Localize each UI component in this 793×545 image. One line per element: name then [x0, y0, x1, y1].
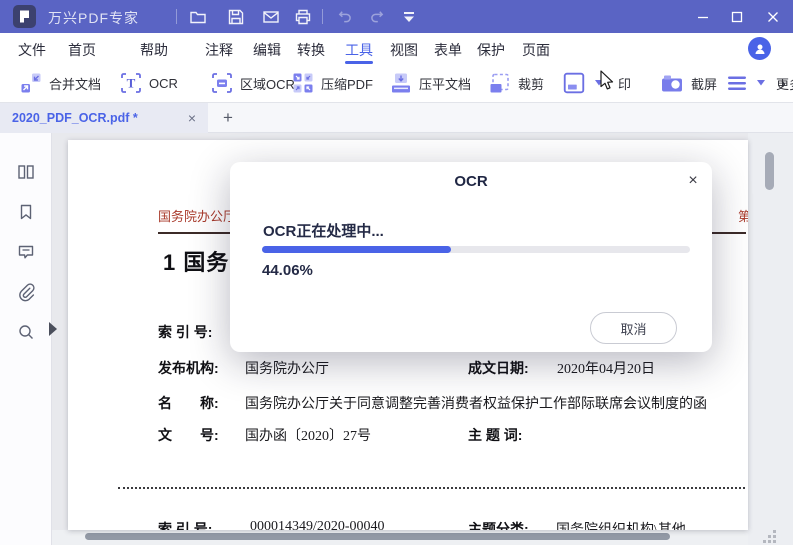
close-button[interactable]	[756, 4, 790, 29]
hamburger-icon	[728, 76, 746, 90]
minimize-button[interactable]	[686, 4, 720, 29]
crop-button[interactable]: 裁剪	[489, 64, 544, 102]
horizontal-scrollbar-thumb[interactable]	[85, 533, 670, 540]
ocr-icon: T	[121, 73, 141, 93]
account-avatar[interactable]	[748, 37, 771, 60]
thumbnails-icon[interactable]	[16, 162, 36, 182]
name-label: 名 称:	[158, 395, 219, 411]
ocr-progress-dialog: OCR × OCR正在处理中... 44.06% 取消	[230, 162, 712, 352]
app-logo-icon	[13, 5, 36, 28]
tabbar: 2020_PDF_OCR.pdf * × +	[0, 103, 793, 133]
toolbar-overflow-icon[interactable]: ›	[781, 75, 786, 91]
print-icon[interactable]	[294, 8, 312, 26]
resize-grip-icon[interactable]	[762, 529, 778, 543]
page-header-right: 第1页	[738, 209, 748, 224]
menu-edit[interactable]: 编辑	[253, 40, 281, 60]
progress-bar	[262, 246, 690, 253]
vertical-scrollbar-thumb[interactable]	[765, 152, 774, 190]
app-title: 万兴PDF专家	[48, 10, 139, 26]
menu-home[interactable]: 首页	[68, 40, 96, 60]
dotted-separator	[118, 487, 745, 489]
document-tab[interactable]: 2020_PDF_OCR.pdf * ×	[0, 103, 208, 133]
menu-view[interactable]: 视图	[390, 40, 418, 60]
tab-title: 2020_PDF_OCR.pdf *	[12, 111, 138, 125]
merge-icon	[21, 73, 41, 93]
menu-convert[interactable]: 转换	[297, 40, 325, 60]
index2-value: 000014349/2020-00040	[250, 519, 385, 530]
area-ocr-label: 区域OCR	[240, 76, 295, 92]
progress-percent: 44.06%	[262, 262, 313, 279]
redo-icon[interactable]	[368, 8, 386, 26]
ocr-button[interactable]: T OCR	[120, 64, 178, 102]
compress-icon	[293, 73, 313, 93]
menu-comment[interactable]: 注释	[205, 40, 233, 60]
dialog-title: OCR	[454, 173, 488, 190]
menu-tools[interactable]: 工具	[345, 40, 373, 60]
progress-bar-fill	[262, 246, 451, 253]
mouse-cursor	[600, 70, 614, 90]
new-tab-button[interactable]: +	[216, 106, 240, 130]
search-icon[interactable]	[16, 322, 36, 342]
category-label: 主题分类:	[468, 521, 529, 530]
index-label: 索 引 号:	[158, 324, 213, 340]
undo-icon[interactable]	[336, 8, 354, 26]
ocr-status-text: OCR正在处理中...	[263, 223, 384, 240]
vertical-scrollbar[interactable]	[748, 133, 793, 545]
app-window: 万兴PDF专家 文件 首页 帮助 注释 编辑 转换 工具 视图 表单 保护 页面	[0, 0, 793, 545]
ocr-label: OCR	[149, 75, 178, 91]
titlebar: 万兴PDF专家	[0, 0, 793, 33]
docno-value: 国办函〔2020〕27号	[245, 429, 371, 444]
screenshot-button[interactable]: 截屏	[660, 64, 717, 102]
watermark-icon	[563, 72, 585, 94]
email-icon[interactable]	[262, 8, 280, 26]
menu-protect[interactable]: 保护	[477, 40, 505, 60]
maximize-button[interactable]	[720, 4, 754, 29]
open-folder-icon[interactable]	[189, 8, 207, 26]
area-ocr-button[interactable]: 区域OCR	[211, 64, 295, 102]
menubar: 文件 首页 帮助 注释 编辑 转换 工具 视图 表单 保护 页面	[0, 33, 793, 64]
tools-toolbar: 合并文档 T OCR 区域OCR 压缩PDF 压平文档 裁剪 印 截屏 更 ›	[0, 64, 793, 103]
menu-help[interactable]: 帮助	[140, 40, 168, 60]
flatten-icon	[392, 73, 410, 93]
attachment-icon[interactable]	[16, 282, 36, 302]
left-sidebar	[0, 133, 52, 545]
comment-icon[interactable]	[16, 242, 36, 262]
index2-label: 索 引 号:	[158, 521, 213, 530]
subject-label: 主 题 词:	[468, 427, 523, 443]
save-icon[interactable]	[227, 8, 245, 26]
screenshot-label: 截屏	[691, 76, 718, 92]
category-value: 国务院组织机构\其他	[556, 519, 686, 530]
date-value: 2020年04月20日	[557, 362, 655, 377]
crop-icon	[490, 73, 509, 93]
name-value: 国务院办公厅关于同意调整完善消费者权益保护工作部际联席会议制度的函	[245, 397, 707, 412]
menu-page[interactable]: 页面	[522, 40, 550, 60]
panel-expand-handle[interactable]	[49, 322, 57, 336]
flatten-document-button[interactable]: 压平文档	[390, 64, 471, 102]
bookmark-icon[interactable]	[16, 202, 36, 222]
area-ocr-icon	[212, 73, 232, 93]
watermark-label: 印	[618, 76, 632, 92]
cancel-button[interactable]: 取消	[590, 312, 677, 344]
compress-pdf-label: 压缩PDF	[321, 76, 374, 92]
dialog-close-icon[interactable]: ×	[684, 172, 702, 190]
chevron-down-icon	[757, 80, 765, 86]
menu-form[interactable]: 表单	[434, 40, 462, 60]
horizontal-scrollbar[interactable]	[52, 530, 748, 545]
crop-label: 裁剪	[518, 76, 545, 92]
issuer-value: 国务院办公厅	[245, 362, 329, 377]
collapse-toolbar-icon[interactable]	[400, 8, 418, 26]
docno-label: 文 号:	[158, 427, 219, 443]
merge-documents-button[interactable]: 合并文档	[20, 64, 101, 102]
titlebar-divider	[322, 9, 323, 24]
titlebar-divider	[176, 9, 177, 24]
merge-label: 合并文档	[49, 76, 102, 92]
svg-text:T: T	[127, 76, 136, 91]
compress-pdf-button[interactable]: 压缩PDF	[292, 64, 373, 102]
date-label: 成文日期:	[468, 360, 529, 376]
screenshot-camera-icon	[662, 75, 682, 92]
menu-file[interactable]: 文件	[18, 40, 46, 60]
tab-close-icon[interactable]: ×	[188, 110, 196, 126]
flatten-label: 压平文档	[419, 76, 472, 92]
issuer-label: 发布机构:	[158, 360, 219, 376]
